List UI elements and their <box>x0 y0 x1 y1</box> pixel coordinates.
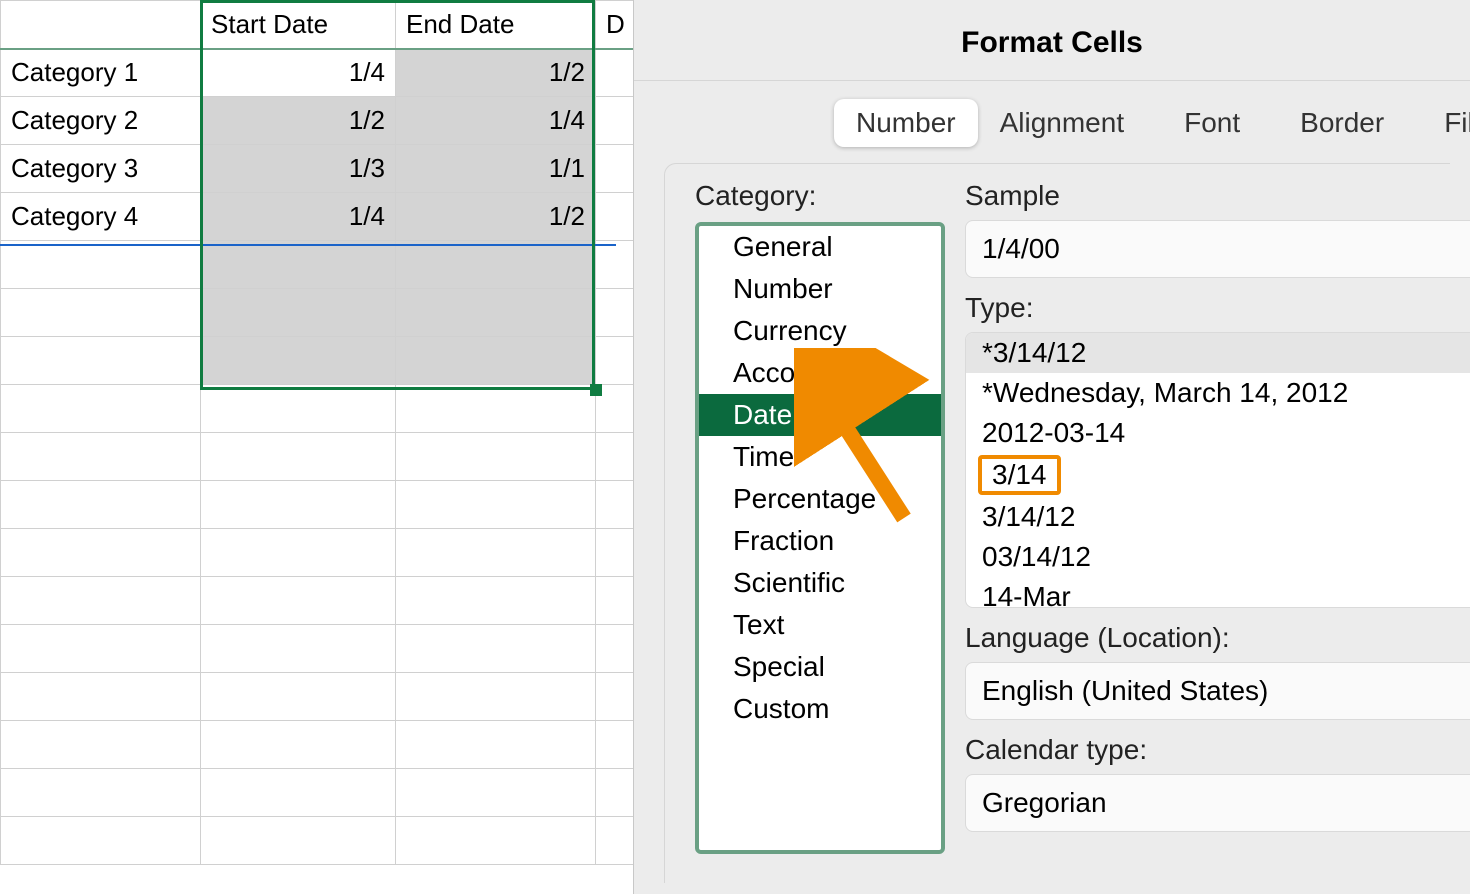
cell-b2[interactable]: 1/4 <box>201 49 396 97</box>
cell-c5[interactable]: 1/2 <box>396 193 596 241</box>
header-end-date[interactable]: End Date <box>396 1 596 49</box>
spreadsheet[interactable]: Start Date End Date D Category 1 1/4 1/2… <box>0 0 640 894</box>
cat-custom[interactable]: Custom <box>699 688 941 730</box>
type-item[interactable]: 3/14/12 <box>966 497 1470 537</box>
selection-handle[interactable] <box>590 384 602 396</box>
language-select[interactable]: English (United States) <box>965 662 1470 720</box>
calendar-label: Calendar type: <box>965 734 1470 766</box>
cell-c4[interactable]: 1/1 <box>396 145 596 193</box>
category-list[interactable]: General Number Currency Accounting Date … <box>695 222 945 854</box>
language-label: Language (Location): <box>965 622 1470 654</box>
cell-cat2[interactable]: Category 2 <box>1 97 201 145</box>
tab-number[interactable]: Number <box>834 99 978 147</box>
number-panel: Category: General Number Currency Accoun… <box>664 163 1450 883</box>
calendar-select[interactable]: Gregorian <box>965 774 1470 832</box>
table-row: Category 1 1/4 1/2 <box>1 49 641 97</box>
table-row: Category 4 1/4 1/2 <box>1 193 641 241</box>
cell-cat4[interactable]: Category 4 <box>1 193 201 241</box>
format-cells-dialog: Format Cells Number Alignment Font Borde… <box>633 0 1470 894</box>
type-item[interactable]: *3/14/12 <box>966 333 1470 373</box>
header-start-date[interactable]: Start Date <box>201 1 396 49</box>
header-blank[interactable] <box>1 1 201 49</box>
cat-special[interactable]: Special <box>699 646 941 688</box>
type-item-highlighted[interactable]: 3/14 <box>978 455 1061 495</box>
cell-c2[interactable]: 1/2 <box>396 49 596 97</box>
type-item[interactable]: *Wednesday, March 14, 2012 <box>966 373 1470 413</box>
tab-border[interactable]: Border <box>1278 99 1406 147</box>
cell-cat1[interactable]: Category 1 <box>1 49 201 97</box>
row-boundary-line <box>0 244 616 246</box>
tab-alignment[interactable]: Alignment <box>978 99 1147 147</box>
cat-accounting[interactable]: Accounting <box>699 352 941 394</box>
cell-b3[interactable]: 1/2 <box>201 97 396 145</box>
cell-b4[interactable]: 1/3 <box>201 145 396 193</box>
cat-time[interactable]: Time <box>699 436 941 478</box>
cell-cat3[interactable]: Category 3 <box>1 145 201 193</box>
cat-number[interactable]: Number <box>699 268 941 310</box>
type-label: Type: <box>965 292 1470 324</box>
cat-currency[interactable]: Currency <box>699 310 941 352</box>
type-item[interactable]: 03/14/12 <box>966 537 1470 577</box>
cell-b5[interactable]: 1/4 <box>201 193 396 241</box>
tab-bar: Number Alignment Font Border Fill <box>634 81 1470 159</box>
cat-text[interactable]: Text <box>699 604 941 646</box>
type-list[interactable]: *3/14/12 *Wednesday, March 14, 2012 2012… <box>965 332 1470 608</box>
cat-percentage[interactable]: Percentage <box>699 478 941 520</box>
grid-table: Start Date End Date D Category 1 1/4 1/2… <box>0 0 641 865</box>
cat-fraction[interactable]: Fraction <box>699 520 941 562</box>
table-row: Category 3 1/3 1/1 <box>1 145 641 193</box>
cat-scientific[interactable]: Scientific <box>699 562 941 604</box>
cat-general[interactable]: General <box>699 226 941 268</box>
tab-fill[interactable]: Fill <box>1422 99 1470 147</box>
dialog-title: Format Cells <box>634 0 1470 81</box>
cell-c3[interactable]: 1/4 <box>396 97 596 145</box>
type-item[interactable]: 14-Mar <box>966 577 1470 608</box>
right-column: Sample 1/4/00 Type: *3/14/12 *Wednesday,… <box>965 180 1470 846</box>
table-row: Category 2 1/2 1/4 <box>1 97 641 145</box>
cat-date[interactable]: Date <box>699 394 941 436</box>
header-row: Start Date End Date D <box>1 1 641 49</box>
sample-label: Sample <box>965 180 1470 212</box>
sample-value: 1/4/00 <box>965 220 1470 278</box>
type-item[interactable]: 2012-03-14 <box>966 413 1470 453</box>
tab-font[interactable]: Font <box>1162 99 1262 147</box>
